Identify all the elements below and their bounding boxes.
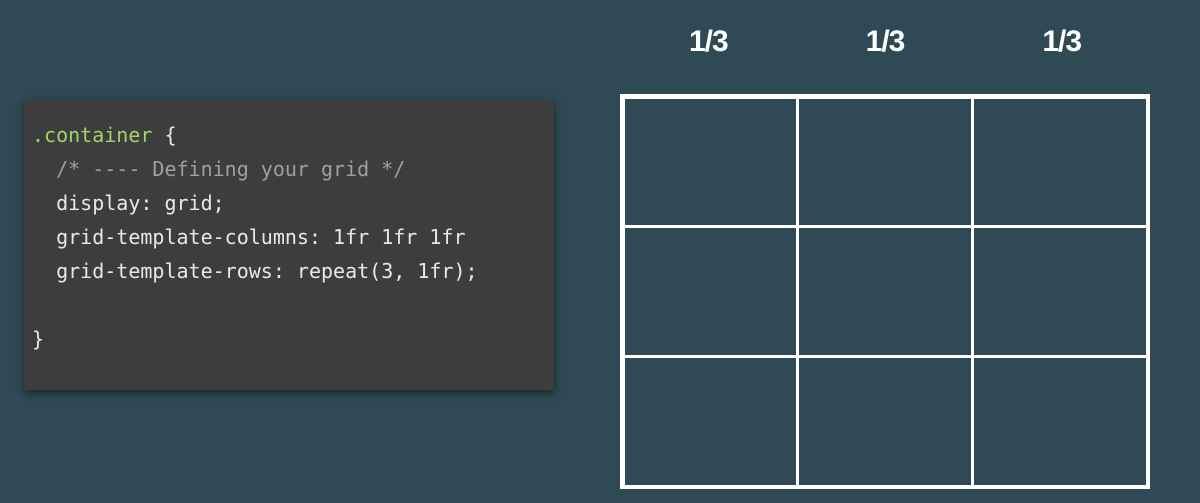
grid-cell	[796, 355, 974, 488]
grid-box	[620, 94, 1150, 489]
grid-cell	[796, 225, 974, 358]
code-value: repeat(3, 1fr);	[297, 259, 478, 283]
grid-cell	[622, 225, 800, 358]
column-label: 1/3	[620, 25, 797, 59]
grid-cell	[971, 96, 1149, 229]
grid-cell	[971, 355, 1149, 488]
grid-cell	[971, 225, 1149, 358]
grid-cell	[622, 355, 800, 488]
code-line: display: grid;	[32, 186, 546, 220]
code-value: grid;	[164, 191, 224, 215]
column-label: 1/3	[973, 25, 1150, 59]
code-separator: :	[140, 191, 164, 215]
code-separator: :	[309, 225, 333, 249]
code-brace: {	[152, 123, 176, 147]
code-blank	[32, 288, 546, 322]
column-labels: 1/3 1/3 1/3	[620, 25, 1150, 59]
code-property: display	[32, 191, 140, 215]
code-brace: }	[32, 322, 546, 356]
grid-cell	[796, 96, 974, 229]
code-selector: .container	[32, 123, 152, 147]
code-line: grid-template-columns: 1fr 1fr 1fr	[32, 220, 546, 254]
code-line: .container {	[32, 118, 546, 152]
column-label: 1/3	[797, 25, 974, 59]
code-comment: /* ---- Defining your grid */	[32, 152, 546, 186]
code-property: grid-template-columns	[32, 225, 309, 249]
code-value: 1fr 1fr 1fr	[333, 225, 465, 249]
grid-cell	[622, 96, 800, 229]
code-panel: .container { /* ---- Defining your grid …	[24, 100, 554, 390]
code-property: grid-template-rows	[32, 259, 273, 283]
grid-diagram: 1/3 1/3 1/3	[620, 25, 1150, 489]
code-line: grid-template-rows: repeat(3, 1fr);	[32, 254, 546, 288]
code-separator: :	[273, 259, 297, 283]
